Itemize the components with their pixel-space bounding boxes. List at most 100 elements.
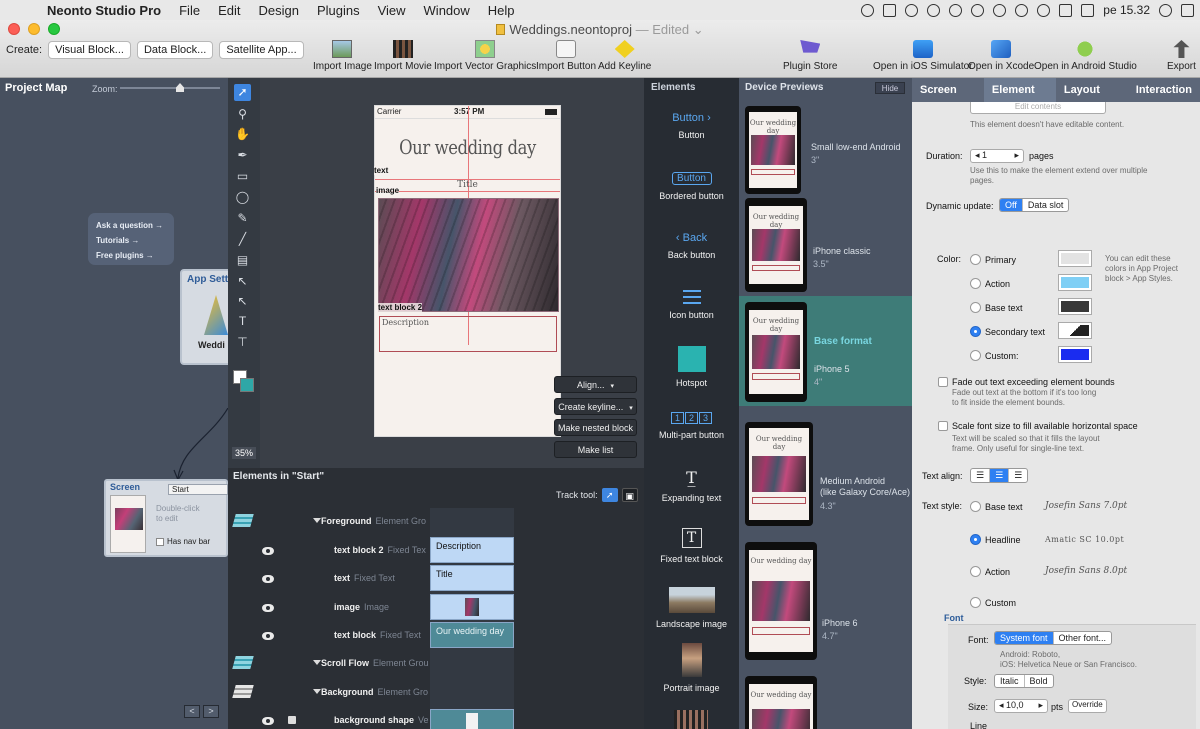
tab-layout[interactable]: Layout	[1056, 78, 1128, 102]
make-nested-block-button[interactable]: Make nested block	[554, 419, 637, 436]
stroke-color-swatch[interactable]	[240, 378, 254, 392]
title-text-element[interactable]: Title	[374, 179, 561, 192]
dropbox-icon[interactable]	[883, 3, 897, 17]
pen-tool-icon[interactable]: ✒	[234, 147, 251, 164]
device-preview-medium-android[interactable]: Our wedding day Medium Android (like Gal…	[739, 418, 912, 528]
battery-icon[interactable]	[1081, 3, 1095, 17]
import-movie-button[interactable]: Import Movie	[374, 40, 432, 72]
scale-font-checkbox[interactable]	[938, 421, 948, 431]
clock[interactable]: pe 15.32	[1103, 3, 1150, 17]
color-radio-secondary-text[interactable]	[970, 326, 981, 337]
size-down-icon[interactable]: ◂	[999, 700, 1004, 710]
color-swatch-custom[interactable]	[1058, 346, 1092, 363]
edited-indicator[interactable]: — Edited ⌄	[636, 22, 704, 37]
zoom-slider-knob[interactable]	[176, 83, 184, 92]
italic-option[interactable]: Italic	[995, 675, 1025, 687]
align-right-icon[interactable]: ☰	[1009, 469, 1027, 482]
ask-question-link[interactable]: Ask a question →	[96, 218, 166, 233]
search-icon[interactable]	[1159, 3, 1172, 17]
style-radio-custom[interactable]	[970, 597, 981, 608]
dynamic-off-option[interactable]: Off	[1000, 199, 1023, 211]
visibility-eye-icon[interactable]	[262, 717, 274, 725]
create-visual-block-button[interactable]: Visual Block...	[48, 41, 131, 59]
palette-item-landscape-image[interactable]: Landscape image	[644, 587, 739, 629]
zoom-slider-track[interactable]	[120, 87, 220, 89]
layer-chip[interactable]: Our wedding day	[430, 622, 514, 648]
color-swatch-secondary-text[interactable]	[1058, 322, 1092, 339]
rectangle-tool-icon[interactable]: ▭	[234, 168, 251, 185]
disclosure-triangle-icon[interactable]	[313, 518, 321, 523]
open-ios-simulator-button[interactable]: Open in iOS Simulator	[873, 40, 973, 72]
free-plugins-link[interactable]: Free plugins →	[96, 248, 166, 263]
drive-icon[interactable]	[905, 3, 919, 17]
project-map-panel[interactable]: Project Map Zoom: Ask a question → Tutor…	[0, 78, 228, 729]
device-preview-iphone-classic[interactable]: Our wedding day iPhone classic 3.5"	[739, 194, 912, 296]
other-font-option[interactable]: Other font...	[1054, 632, 1112, 644]
stepper-up-icon[interactable]: ▸	[1014, 150, 1019, 161]
align-left-icon[interactable]: ☰	[971, 469, 991, 482]
ellipse-tool-icon[interactable]: ◯	[234, 189, 251, 206]
color-radio-primary[interactable]	[970, 254, 981, 265]
color-swatch-base-text[interactable]	[1058, 298, 1092, 315]
make-list-button[interactable]: Make list	[554, 441, 637, 458]
palette-item-button[interactable]: Button › Button	[644, 112, 739, 140]
menu-app-name[interactable]: Neonto Studio Pro	[38, 3, 170, 18]
tab-interaction[interactable]: Interaction	[1128, 78, 1200, 102]
open-xcode-button[interactable]: Open in Xcode	[968, 40, 1034, 72]
system-font-option[interactable]: System font	[995, 632, 1054, 644]
layer-image-chip[interactable]	[430, 594, 514, 620]
palette-item-multipart-button[interactable]: 1 2 3 Multi-part button	[644, 412, 739, 440]
device-preview-small-android[interactable]: Our wedding day Small low-end Android 3"	[739, 102, 912, 202]
canvas-zoom-level[interactable]: 35%	[232, 447, 257, 459]
font-style-toggle[interactable]: Italic Bold	[994, 674, 1054, 688]
layer-row-background[interactable]: Background Element Gro	[228, 683, 644, 707]
edit-contents-button[interactable]: Edit contents	[970, 102, 1106, 114]
menu-design[interactable]: Design	[249, 3, 307, 18]
palette-item-fixed-text-block[interactable]: T Fixed text block	[644, 528, 739, 564]
direct-select-tool-icon[interactable]: ↖	[234, 273, 251, 290]
creative-cloud-icon[interactable]	[949, 3, 963, 17]
style-radio-base-text[interactable]	[970, 501, 981, 512]
volume-icon[interactable]	[1059, 3, 1073, 17]
layer-chip[interactable]: Title	[430, 565, 514, 591]
size-up-icon[interactable]: ▸	[1038, 700, 1043, 711]
export-button[interactable]: Export	[1167, 40, 1196, 72]
wedding-heading-text[interactable]: Our wedding day	[391, 135, 544, 159]
palette-item-hotspot[interactable]: Hotspot	[644, 346, 739, 388]
import-image-button[interactable]: Import Image	[313, 40, 372, 72]
history-icon[interactable]	[993, 3, 1007, 17]
stepper-down-icon[interactable]: ◂	[975, 150, 980, 160]
color-swatch-action[interactable]	[1058, 274, 1092, 291]
font-choice-toggle[interactable]: System font Other font...	[994, 631, 1113, 645]
track-image-tool-icon[interactable]: ▣	[621, 488, 638, 502]
color-swatch-primary[interactable]	[1058, 250, 1092, 267]
screen-block-start[interactable]: Screen Start Double-click to edit Has na…	[104, 479, 228, 557]
dynamic-data-slot-option[interactable]: Data slot	[1023, 199, 1069, 211]
path-select-tool-icon[interactable]: ↖	[234, 293, 251, 310]
create-data-block-button[interactable]: Data Block...	[136, 41, 214, 59]
layer-chip[interactable]: Description	[430, 537, 514, 563]
bluetooth-icon[interactable]	[1015, 3, 1029, 17]
text-tool-icon[interactable]: T	[234, 313, 251, 330]
upload-icon[interactable]	[927, 3, 941, 17]
phone-screen-preview[interactable]: Carrier 3:57 PM Our wedding day Title De…	[374, 105, 561, 437]
description-text-element[interactable]: Description	[379, 316, 557, 352]
line-tool-icon[interactable]: ╱	[234, 231, 251, 248]
font-size-stepper[interactable]: ◂ 10,0 ▸	[994, 699, 1048, 713]
device-preview-iphone-6[interactable]: Our wedding day iPhone 6 4.7"	[739, 540, 912, 660]
import-button-button[interactable]: Import Button	[536, 40, 596, 72]
layer-shape-chip[interactable]	[430, 709, 514, 729]
layer-row-image[interactable]: image Image	[228, 594, 644, 622]
disclosure-triangle-icon[interactable]	[313, 660, 321, 665]
import-vector-graphics-button[interactable]: Import Vector Graphics	[434, 40, 536, 72]
menu-window[interactable]: Window	[415, 3, 479, 18]
design-canvas[interactable]: Carrier 3:57 PM Our wedding day Title De…	[260, 78, 644, 468]
override-button[interactable]: Override	[1068, 699, 1107, 713]
tab-screen[interactable]: Screen	[912, 78, 984, 102]
menu-help[interactable]: Help	[479, 3, 524, 18]
has-nav-bar-option[interactable]: Has nav bar	[156, 537, 210, 546]
visibility-eye-icon[interactable]	[262, 604, 274, 612]
color-radio-base-text[interactable]	[970, 302, 981, 313]
layer-row-scroll-flow[interactable]: Scroll Flow Element Grou	[228, 654, 644, 678]
map-prev-button[interactable]: <	[184, 705, 200, 718]
